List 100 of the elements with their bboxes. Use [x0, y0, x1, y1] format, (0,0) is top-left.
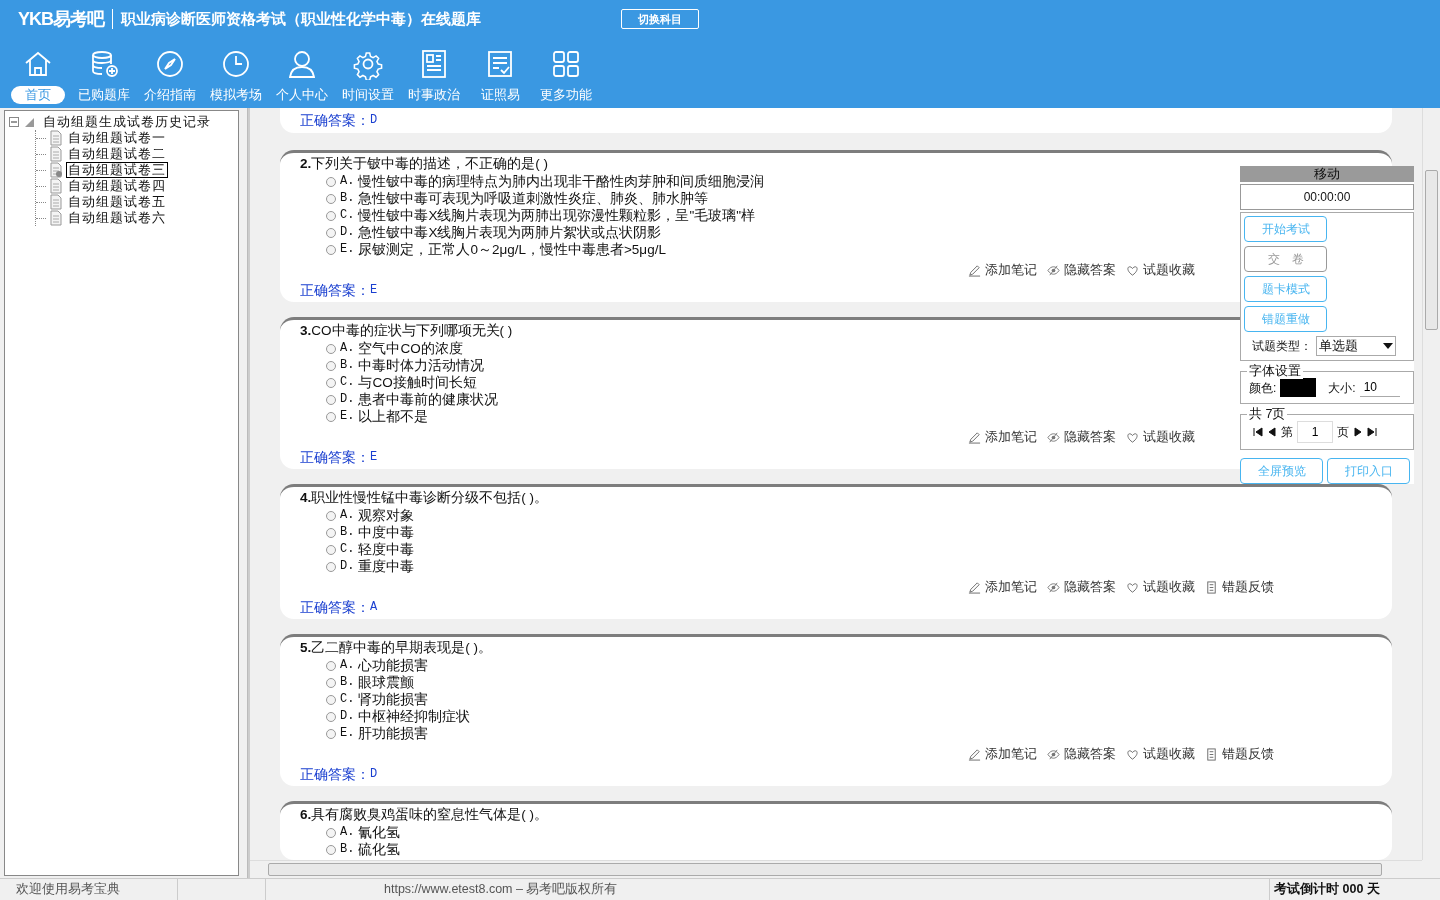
option-text: 中毒时体力活动情况 [358, 357, 485, 374]
tree-item[interactable]: 自动组题试卷五 [66, 194, 168, 210]
answer-value: E [370, 282, 378, 299]
vertical-scrollbar[interactable] [1422, 108, 1440, 860]
answer-option[interactable]: B. 中度中毒 [326, 524, 415, 541]
tree-item[interactable]: 自动组题试卷一 [66, 130, 168, 146]
radio-button[interactable] [326, 728, 336, 739]
answer-option[interactable]: D. 急性铍中毒X线胸片表现为两肺片絮状或点状阴影 [326, 224, 662, 241]
radio-button[interactable] [326, 227, 336, 238]
radio-button[interactable] [326, 660, 336, 671]
tree-item[interactable]: 自动组题试卷三 [66, 162, 168, 178]
radio-button[interactable] [326, 544, 336, 555]
radio-button[interactable] [326, 694, 336, 705]
answer-option[interactable]: A. 氰化氢 [326, 824, 401, 841]
scrollbar-thumb[interactable] [1425, 170, 1438, 330]
radio-button[interactable] [326, 677, 336, 688]
triangle-icon [23, 116, 35, 128]
option-text: 中度中毒 [358, 524, 415, 541]
option-letter: B. [340, 674, 355, 691]
type-dropdown[interactable]: 单选题 [1316, 336, 1396, 356]
tree-item[interactable]: 自动组题试卷四 [66, 178, 168, 194]
option-letter: E. [340, 408, 355, 425]
option-letter: D. [340, 558, 355, 575]
panel-title-bar[interactable]: 移动 [1240, 166, 1414, 182]
answer-option[interactable]: C. 轻度中毒 [326, 541, 415, 558]
section-legend: 字体设置 [1247, 363, 1303, 379]
page-field[interactable]: 1 [1297, 421, 1333, 443]
radio-button[interactable] [326, 561, 336, 572]
radio-button[interactable] [326, 827, 336, 838]
radio-button[interactable] [326, 377, 336, 388]
action-link[interactable]: 试题收藏 [1126, 428, 1195, 446]
option-letter: B. [340, 841, 355, 858]
tree-item[interactable]: 自动组题试卷二 [66, 146, 168, 162]
radio-button[interactable] [326, 244, 336, 255]
action-link[interactable]: 隐藏答案 [1047, 261, 1116, 279]
option-text: 与CO接触时间长短 [358, 374, 477, 391]
radio-button[interactable] [326, 360, 336, 371]
answer-option[interactable]: E. 以上都不是 [326, 408, 429, 425]
collapse-icon[interactable] [9, 117, 19, 127]
answer-option[interactable]: C. 与CO接触时间长短 [326, 374, 477, 391]
action-link[interactable]: 隐藏答案 [1047, 428, 1116, 446]
action-link[interactable]: 试题收藏 [1126, 578, 1195, 596]
answer-option[interactable]: D. 患者中毒前的健康状况 [326, 391, 499, 408]
type-label: 试题类型： [1252, 338, 1312, 355]
answer-option[interactable]: A. 观察对象 [326, 507, 415, 524]
action-link[interactable]: 添加笔记 [968, 428, 1037, 446]
answer-option[interactable]: E. 尿铍测定，正常人0～2μg/L，慢性中毒患者>5μg/L [326, 241, 666, 258]
action-link[interactable]: 隐藏答案 [1047, 745, 1116, 763]
option-text: 慢性铍中毒X线胸片表现为两肺出现弥漫性颗粒影，呈"毛玻璃"样 [358, 207, 755, 224]
radio-button[interactable] [326, 394, 336, 405]
answer-option[interactable]: D. 中枢神经抑制症状 [326, 708, 471, 725]
option-text: 硫化氢 [358, 841, 401, 858]
tree-item[interactable]: 自动组题试卷六 [66, 210, 168, 226]
radio-button[interactable] [326, 510, 336, 521]
next-page-icon[interactable] [1353, 427, 1363, 437]
action-link[interactable]: 隐藏答案 [1047, 578, 1116, 596]
answer-option[interactable]: A. 心功能损害 [326, 657, 429, 674]
heart-icon [1126, 580, 1139, 594]
radio-button[interactable] [326, 527, 336, 538]
action-link[interactable]: 试题收藏 [1126, 745, 1195, 763]
scrollbar-thumb[interactable] [268, 863, 1382, 876]
first-page-icon[interactable] [1253, 427, 1263, 437]
radio-button[interactable] [326, 193, 336, 204]
radio-button[interactable] [326, 844, 336, 855]
answer-option[interactable]: B. 眼球震颤 [326, 674, 415, 691]
action-link[interactable]: 添加笔记 [968, 261, 1037, 279]
answer-option[interactable]: C. 肾功能损害 [326, 691, 429, 708]
action-link[interactable]: 添加笔记 [968, 578, 1037, 596]
radio-button[interactable] [326, 711, 336, 722]
answer-option[interactable]: D. 重度中毒 [326, 558, 415, 575]
option-letter: C. [340, 374, 355, 391]
answer-option[interactable]: E. 肝功能损害 [326, 725, 429, 742]
action-link[interactable]: 错题反馈 [1205, 745, 1274, 763]
color-swatch[interactable] [1280, 378, 1317, 397]
previous-page-icon[interactable] [1267, 427, 1277, 437]
answer-option[interactable]: A. 慢性铍中毒的病理特点为肺内出现非干酪性肉芽肿和间质细胞浸润 [326, 173, 765, 190]
radio-button[interactable] [326, 210, 336, 221]
action-link[interactable]: 添加笔记 [968, 745, 1037, 763]
answer-option[interactable]: B. 中毒时体力活动情况 [326, 357, 485, 374]
eye-icon [1047, 430, 1060, 444]
document-icon [49, 146, 63, 162]
radio-button[interactable] [326, 176, 336, 187]
heart-icon [1126, 747, 1139, 761]
last-page-icon[interactable] [1367, 427, 1377, 437]
option-letter: C. [340, 541, 355, 558]
action-link[interactable]: 错题反馈 [1205, 578, 1274, 596]
answer-option[interactable]: A. 空气中CO的浓度 [326, 340, 463, 357]
action-link[interactable]: 试题收藏 [1126, 261, 1195, 279]
answer-option[interactable]: B. 硫化氢 [326, 841, 401, 858]
horizontal-scrollbar[interactable] [250, 860, 1422, 878]
tree-root-label[interactable]: 自动组题生成试卷历史记录 [43, 114, 211, 130]
answer-option[interactable]: B. 急性铍中毒可表现为呼吸道刺激性炎症、肺炎、肺水肿等 [326, 190, 709, 207]
radio-button[interactable] [326, 411, 336, 422]
radio-button[interactable] [326, 343, 336, 354]
welcome-text: 欢迎使用易考宝典 [16, 881, 120, 899]
document-icon [1205, 747, 1218, 761]
answer-option[interactable]: C. 慢性铍中毒X线胸片表现为两肺出现弥漫性颗粒影，呈"毛玻璃"样 [326, 207, 755, 224]
color-label: 颜色: [1249, 379, 1277, 397]
clock-icon [220, 48, 252, 80]
option-letter: A. [340, 507, 355, 524]
